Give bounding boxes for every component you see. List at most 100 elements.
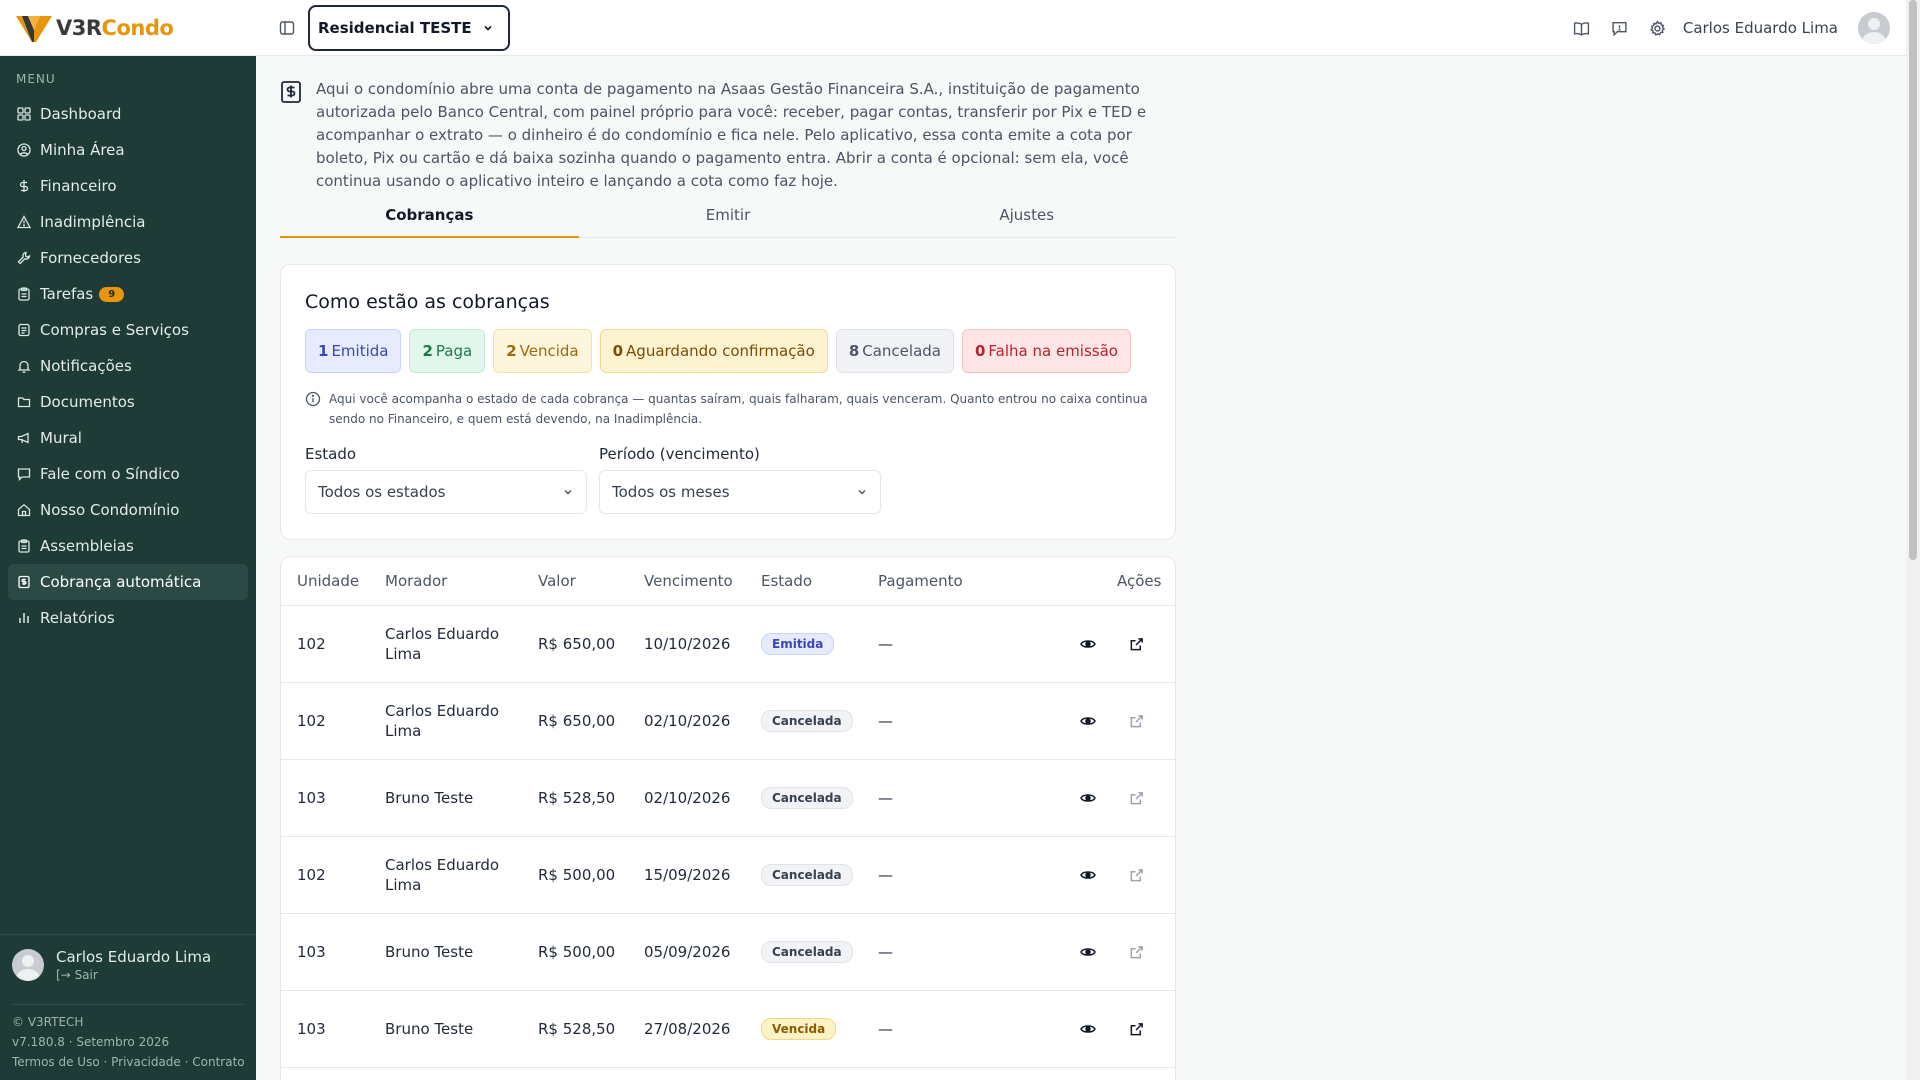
privacy-link[interactable]: Privacidade xyxy=(111,1055,181,1069)
sidebar-toggle-button[interactable] xyxy=(276,17,298,39)
logo-v3r: V3R xyxy=(56,16,102,40)
sidebar-item-fornecedores[interactable]: Fornecedores xyxy=(8,240,248,276)
eye-icon[interactable] xyxy=(1079,635,1097,653)
col-header-valor[interactable]: Valor xyxy=(538,572,576,590)
tab-emitir[interactable]: Emitir xyxy=(579,198,878,237)
table-body: 102 Carlos Eduardo Lima R$ 650,00 10/10/202… xyxy=(281,606,1175,1068)
terms-link[interactable]: Termos de Uso xyxy=(12,1055,100,1069)
col-header-vencimento[interactable]: Vencimento xyxy=(644,572,733,590)
avatar[interactable] xyxy=(1858,12,1890,44)
sidebar-item-label: Dashboard xyxy=(40,105,122,123)
sidebar-nav: Dashboard Minha Área Financeiro Inadimpl… xyxy=(8,96,248,636)
eye-icon[interactable] xyxy=(1079,866,1097,884)
logout-button[interactable]: [→ Sair xyxy=(56,968,211,982)
sidebar-item-tarefas[interactable]: Tarefas 9 xyxy=(8,276,248,312)
gear-icon[interactable] xyxy=(1649,19,1667,37)
status-chip-aguardando[interactable]: 0 Aguardando confirmação xyxy=(599,329,828,373)
cell-morador: Bruno Teste xyxy=(385,789,474,807)
logo-text: V3RCondo xyxy=(56,16,174,40)
cell-pagamento: — xyxy=(878,1020,893,1038)
col-header-estado[interactable]: Estado xyxy=(761,572,812,590)
status-chip-emitida[interactable]: 1 Emitida xyxy=(305,329,402,373)
eye-icon[interactable] xyxy=(1079,1020,1097,1038)
logo[interactable]: V3RCondo xyxy=(14,10,174,46)
sidebar-item-label: Minha Área xyxy=(40,141,125,159)
sidebar-item-label: Documentos xyxy=(40,393,135,411)
cell-morador: Carlos Eduardo Lima xyxy=(385,702,500,740)
status-chip-vencida[interactable]: 2 Vencida xyxy=(493,329,592,373)
eye-icon[interactable] xyxy=(1079,943,1097,961)
cell-pagamento: — xyxy=(878,943,893,961)
sidebar-item-dashboard[interactable]: Dashboard xyxy=(8,96,248,132)
avatar[interactable] xyxy=(12,949,44,981)
book-icon[interactable] xyxy=(1573,19,1591,37)
logout-icon: [→ xyxy=(56,968,75,982)
chip-count: 2 xyxy=(506,342,517,360)
col-header-acoes: Ações xyxy=(1117,572,1162,590)
sidebar-item-fale-sindico[interactable]: Fale com o Síndico xyxy=(8,456,248,492)
table-row: 102 Carlos Eduardo Lima R$ 650,00 02/10/202… xyxy=(281,683,1175,760)
col-header-unidade[interactable]: Unidade xyxy=(297,572,359,590)
external-link-icon[interactable] xyxy=(1127,635,1145,653)
sidebar-item-label: Notificações xyxy=(40,357,132,375)
tab-ajustes[interactable]: Ajustes xyxy=(877,198,1176,237)
cell-vencimento: 10/10/2026 xyxy=(644,635,731,653)
cell-valor: R$ 650,00 xyxy=(538,712,616,730)
status-chip-cancelada[interactable]: 8 Cancelada xyxy=(835,329,954,373)
cell-unidade: 103 xyxy=(297,943,326,961)
cell-valor: R$ 500,00 xyxy=(538,943,616,961)
megaphone-icon xyxy=(16,430,32,446)
bar-chart-icon xyxy=(16,610,32,626)
billing-icon xyxy=(281,81,301,103)
sidebar-item-label: Tarefas xyxy=(40,285,94,303)
table-row: 103 Bruno Teste R$ 528,50 27/08/2026 Vencida… xyxy=(281,991,1175,1068)
cell-valor: R$ 528,50 xyxy=(538,789,616,807)
sidebar-item-mural[interactable]: Mural xyxy=(8,420,248,456)
sidebar-item-documentos[interactable]: Documentos xyxy=(8,384,248,420)
chip-label: Falha na emissão xyxy=(988,342,1118,360)
clipboard-icon xyxy=(16,538,32,554)
scrollbar-thumb[interactable] xyxy=(1909,0,1917,560)
intro-text: Aqui o condomínio abre uma conta de paga… xyxy=(316,80,1147,190)
estado-select-value: Todos os estados xyxy=(318,483,446,501)
chat-icon xyxy=(16,466,32,482)
condo-selector[interactable]: Residencial TESTE xyxy=(308,5,510,51)
sidebar-item-minha-area[interactable]: Minha Área xyxy=(8,132,248,168)
eye-icon[interactable] xyxy=(1079,789,1097,807)
col-header-pagamento[interactable]: Pagamento xyxy=(878,572,963,590)
cell-pagamento: — xyxy=(878,635,893,653)
col-header-morador[interactable]: Morador xyxy=(385,571,515,591)
status-chip-falha[interactable]: 0 Falha na emissão xyxy=(961,329,1131,373)
tab-cobrancas[interactable]: Cobranças xyxy=(280,198,579,238)
user-circle-icon xyxy=(16,142,32,158)
sidebar-item-financeiro[interactable]: Financeiro xyxy=(8,168,248,204)
external-link-icon[interactable] xyxy=(1127,1020,1145,1038)
periodo-select[interactable]: Todos os meses xyxy=(599,470,881,514)
chevron-down-icon xyxy=(484,25,492,31)
cell-unidade: 103 xyxy=(297,789,326,807)
sidebar-item-notificacoes[interactable]: Notificações xyxy=(8,348,248,384)
status-chip-paga[interactable]: 2 Paga xyxy=(409,329,486,373)
eye-icon[interactable] xyxy=(1079,712,1097,730)
sidebar-item-relatorios[interactable]: Relatórios xyxy=(8,600,248,636)
cell-valor: R$ 500,00 xyxy=(538,866,616,884)
page-scrollbar[interactable] xyxy=(1906,0,1920,1080)
estado-select[interactable]: Todos os estados xyxy=(305,470,587,514)
header-user-name[interactable]: Carlos Eduardo Lima xyxy=(1683,19,1838,37)
external-link-icon xyxy=(1127,866,1145,884)
contract-link[interactable]: Contrato xyxy=(192,1055,244,1069)
periodo-select-value: Todos os meses xyxy=(612,483,730,501)
chip-label: Aguardando confirmação xyxy=(626,342,815,360)
sidebar-item-assembleias[interactable]: Assembleias xyxy=(8,528,248,564)
sidebar-item-compras[interactable]: Compras e Serviços xyxy=(8,312,248,348)
sidebar-item-label: Financeiro xyxy=(40,177,117,195)
external-link-icon xyxy=(1127,789,1145,807)
sidebar-item-inadimplencia[interactable]: Inadimplência xyxy=(8,204,248,240)
sidebar-item-nosso-condominio[interactable]: Nosso Condomínio xyxy=(8,492,248,528)
warning-icon xyxy=(16,214,32,230)
feedback-icon[interactable] xyxy=(1611,19,1629,37)
filter-periodo-label: Período (vencimento) xyxy=(599,445,760,463)
sidebar-item-cobranca-automatica[interactable]: Cobrança automática xyxy=(8,564,248,600)
status-badge: Cancelada xyxy=(761,941,853,963)
menu-label: MENU xyxy=(16,72,56,86)
